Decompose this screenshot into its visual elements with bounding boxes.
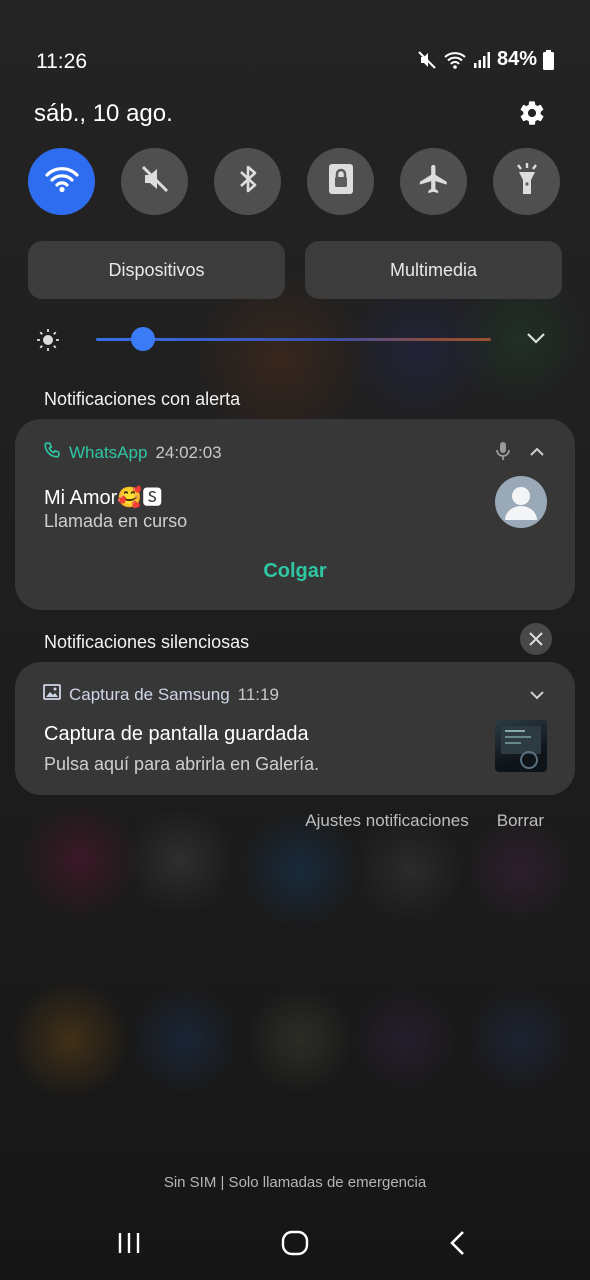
home-icon[interactable] — [281, 1230, 309, 1261]
avatar — [495, 476, 547, 528]
navigation-bar — [0, 1210, 590, 1280]
app-name: Captura de Samsung — [69, 684, 230, 704]
qs-bluetooth-toggle[interactable] — [214, 148, 281, 215]
wifi-icon — [443, 50, 467, 70]
mute-icon — [417, 50, 437, 70]
microphone-icon — [495, 441, 511, 466]
quick-settings — [28, 148, 560, 215]
app-name: WhatsApp — [69, 442, 148, 462]
hang-up-button[interactable]: Colgar — [15, 560, 575, 583]
sun-icon — [36, 328, 60, 357]
brightness-control — [36, 325, 556, 355]
silent-section-title: Notificaciones silenciosas — [44, 632, 250, 652]
status-icons: 84% — [417, 48, 554, 71]
brightness-slider-thumb[interactable] — [131, 327, 156, 351]
airplane-icon — [417, 162, 451, 201]
carrier-text: Sin SIM | Solo llamadas de emergencia — [163, 1174, 427, 1191]
qs-wifi-toggle[interactable] — [28, 148, 95, 215]
status-time: 11:26 — [36, 50, 87, 73]
notification-controls — [495, 441, 545, 466]
screenshot-notification[interactable]: Captura de Samsung 11:19 Captura de pant… — [15, 662, 575, 795]
media-row: Dispositivos Multimedia — [28, 241, 562, 299]
notification-controls — [529, 688, 545, 706]
qs-airplane-toggle[interactable] — [400, 148, 467, 215]
call-duration: 24:02:03 — [155, 442, 222, 462]
call-status: Llamada en curso — [44, 511, 188, 531]
status-bar: 11:26 84% — [0, 0, 590, 90]
phone-icon — [43, 441, 61, 464]
screenshot-thumbnail — [495, 720, 547, 772]
chevron-down-icon[interactable] — [529, 688, 545, 706]
bluetooth-icon — [236, 163, 260, 200]
screenshot-title: Captura de pantalla guardada — [44, 723, 309, 745]
qs-sound-toggle[interactable] — [121, 148, 188, 215]
caller-name: Mi Amor🥰🆂 — [44, 487, 163, 509]
screenshot-text: Pulsa aquí para abrirla en Galería. — [44, 754, 320, 774]
mute-icon — [139, 163, 171, 200]
chevron-up-icon[interactable] — [529, 445, 545, 463]
close-icon[interactable] — [520, 623, 552, 655]
lock-icon — [327, 162, 355, 201]
devices-button[interactable]: Dispositivos — [28, 241, 285, 299]
recents-icon[interactable] — [116, 1230, 142, 1261]
wifi-icon — [44, 165, 79, 198]
notification-header: Captura de Samsung 11:19 — [43, 684, 279, 705]
gear-icon[interactable] — [518, 99, 546, 127]
qs-screen-lock-toggle[interactable] — [307, 148, 374, 215]
media-button[interactable]: Multimedia — [305, 241, 562, 299]
notification-footer: Ajustes notificaciones Borrar — [305, 811, 544, 831]
notification-time: 11:19 — [237, 684, 279, 704]
image-icon — [43, 684, 61, 705]
flashlight-icon — [513, 162, 541, 201]
whatsapp-call-notification[interactable]: WhatsApp 24:02:03 Mi Amor🥰🆂 Llamada en c… — [15, 419, 575, 610]
brightness-slider[interactable] — [96, 338, 491, 341]
back-icon[interactable] — [448, 1230, 468, 1261]
signal-icon — [473, 51, 491, 69]
battery-icon — [543, 49, 554, 70]
qs-flashlight-toggle[interactable] — [493, 148, 560, 215]
alert-section-title: Notificaciones con alerta — [44, 389, 241, 409]
notification-settings-link[interactable]: Ajustes notificaciones — [305, 811, 468, 831]
notification-header: WhatsApp 24:02:03 — [43, 441, 222, 464]
date-label: sáb., 10 ago. — [34, 100, 173, 127]
chevron-down-icon[interactable] — [526, 331, 546, 350]
battery-percent: 84% — [496, 48, 537, 70]
clear-all-link[interactable]: Borrar — [497, 811, 544, 831]
